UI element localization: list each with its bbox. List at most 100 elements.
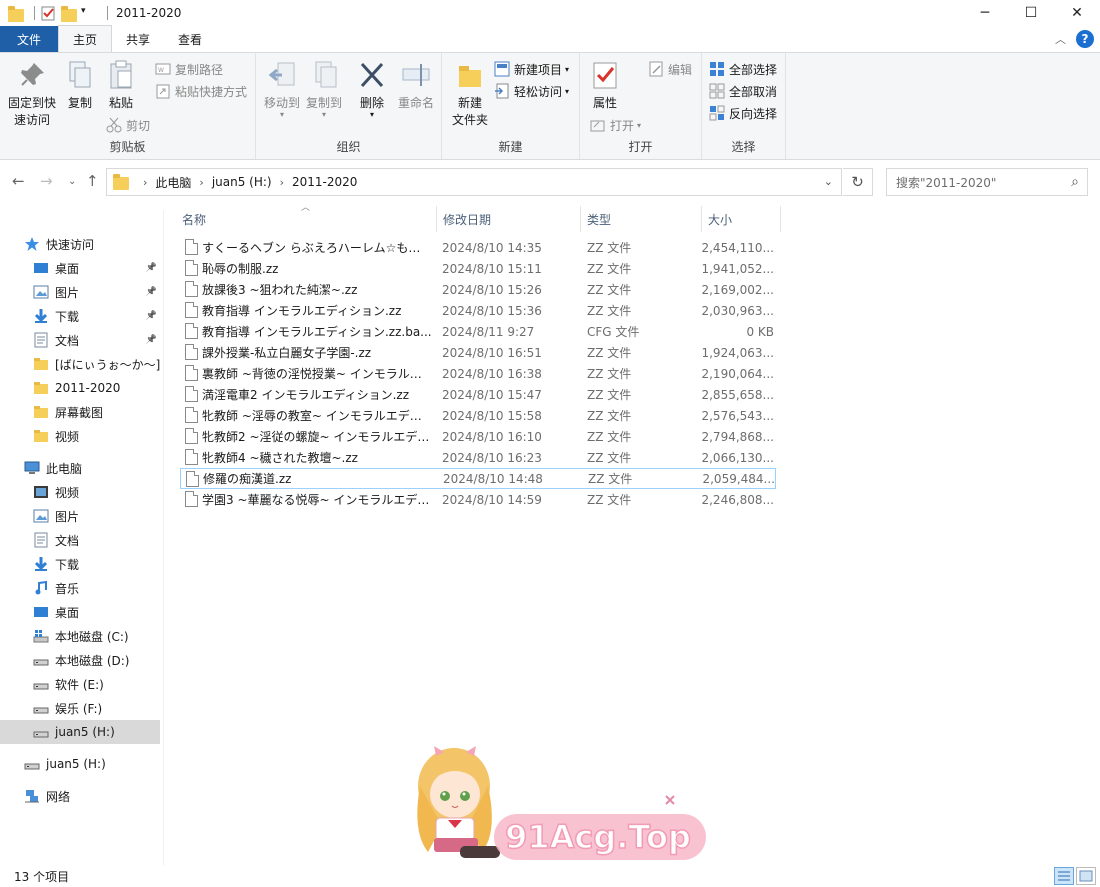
sidebar-item-label: 文档 xyxy=(55,533,80,548)
refresh-button[interactable]: ↻ xyxy=(843,168,873,196)
properties-icon[interactable] xyxy=(41,5,55,21)
scissors-icon xyxy=(106,117,122,133)
sidebar-item[interactable]: 屏幕截图 xyxy=(0,400,160,424)
file-name: すくーるヘブン らぶえろハーレム☆も… xyxy=(202,241,421,255)
breadcrumb-current-folder[interactable]: 2011-2020 xyxy=(292,175,357,189)
address-dropdown-icon[interactable]: ⌄ xyxy=(824,175,833,188)
column-header-date[interactable]: 修改日期 xyxy=(437,206,580,232)
collapse-ribbon-icon[interactable]: ︿ xyxy=(1055,31,1066,47)
file-row[interactable]: 牝教師4 ~穢された教壇~.zz 2024/8/10 16:23 ZZ 文件 2,06… xyxy=(180,447,776,468)
file-size: 2,190,064... xyxy=(701,366,774,381)
details-view-button[interactable] xyxy=(1054,867,1074,885)
back-icon[interactable]: ← xyxy=(12,172,25,190)
tab-file[interactable]: 文件 xyxy=(0,26,58,52)
forward-icon[interactable]: → xyxy=(40,172,53,190)
open-button[interactable]: 打开 ▾ xyxy=(590,115,641,135)
cut-button[interactable]: 剪切 xyxy=(106,115,150,135)
sidebar-item[interactable]: 文档 📌 xyxy=(0,328,160,352)
delete-button[interactable]: 删除 ▾ xyxy=(354,59,390,119)
up-icon[interactable]: ↑ xyxy=(86,172,99,190)
copy-button[interactable]: 复制 xyxy=(62,59,98,112)
sidebar-item[interactable]: 下载 xyxy=(0,552,160,576)
file-row[interactable]: 学園3 ~華麗なる悦辱~ インモラルエデ… 2024/8/10 14:59 ZZ 文… xyxy=(180,489,776,510)
file-row[interactable]: 裏教師 ~背徳の淫悦授業~ インモラル… 2024/8/10 16:38 ZZ 文件… xyxy=(180,363,776,384)
select-all-icon xyxy=(709,61,725,77)
large-icons-view-button[interactable] xyxy=(1076,867,1096,885)
properties-button[interactable]: 属性 xyxy=(586,59,624,112)
file-row[interactable]: 課外授業-私立白麗女子学園-.zz 2024/8/10 16:51 ZZ 文件 1,9… xyxy=(180,342,776,363)
rename-button[interactable]: 重命名 xyxy=(394,59,438,112)
sidebar-item[interactable]: 网络 xyxy=(0,784,160,808)
move-to-button[interactable]: 移动到 ▾ xyxy=(262,59,302,119)
sidebar-item[interactable]: juan5 (H:) xyxy=(0,752,160,776)
tab-home[interactable]: 主页 xyxy=(58,25,113,52)
sidebar-item[interactable]: 视频 xyxy=(0,424,160,448)
breadcrumb-this-pc[interactable]: 此电脑 xyxy=(155,174,191,191)
maximize-button[interactable]: ☐ xyxy=(1008,0,1054,26)
copy-to-button[interactable]: 复制到 ▾ xyxy=(304,59,344,119)
sidebar-item[interactable]: 下载 📌 xyxy=(0,304,160,328)
sidebar-item[interactable]: juan5 (H:) xyxy=(0,720,160,744)
sidebar-item[interactable]: 图片 xyxy=(0,504,160,528)
edit-button[interactable]: 编辑 xyxy=(648,59,692,79)
search-placeholder: 搜索"2011-2020" xyxy=(896,175,997,190)
new-item-button[interactable]: 新建项目 ▾ xyxy=(494,59,569,79)
sidebar-item[interactable]: 文档 xyxy=(0,528,160,552)
folder-icon[interactable] xyxy=(8,5,24,22)
search-input[interactable]: 搜索"2011-2020" ⌕ xyxy=(886,168,1088,196)
select-all-button[interactable]: 全部选择 xyxy=(709,59,777,79)
tab-view[interactable]: 查看 xyxy=(164,26,216,52)
tab-share[interactable]: 共享 xyxy=(112,26,164,52)
file-row[interactable]: 恥辱の制服.zz 2024/8/10 15:11 ZZ 文件 1,941,052... xyxy=(180,258,776,279)
sidebar-item[interactable]: 音乐 xyxy=(0,576,160,600)
easy-access-button[interactable]: 轻松访问 ▾ xyxy=(494,81,569,101)
drive-icon xyxy=(24,756,40,772)
new-folder-button[interactable]: 新建 文件夹 xyxy=(446,59,494,129)
sidebar-item[interactable]: 快速访问 xyxy=(0,232,160,256)
sidebar-item[interactable]: 视频 xyxy=(0,480,160,504)
close-button[interactable]: ✕ xyxy=(1054,0,1100,26)
pin-quick-access-button[interactable]: 固定到快 速访问 xyxy=(6,59,58,129)
column-header-size[interactable]: 大小 xyxy=(702,206,780,232)
file-date: 2024/8/10 15:11 xyxy=(442,261,542,276)
sidebar-item[interactable]: 本地磁盘 (D:) xyxy=(0,648,160,672)
file-row[interactable]: 修羅の痴漢道.zz 2024/8/10 14:48 ZZ 文件 2,059,484..… xyxy=(180,468,776,489)
file-row[interactable]: すくーるヘブン らぶえろハーレム☆も… 2024/8/10 14:35 ZZ 文件 2… xyxy=(180,237,776,258)
sidebar-item[interactable]: 桌面 xyxy=(0,600,160,624)
paste-button[interactable]: 粘贴 xyxy=(103,59,139,112)
file-row[interactable]: 放課後3 ~狙われた純潔~.zz 2024/8/10 15:26 ZZ 文件 2,16… xyxy=(180,279,776,300)
address-bar[interactable]: › 此电脑 › juan5 (H:) › 2011-2020 ⌄ xyxy=(106,168,842,196)
file-row[interactable]: 満淫電車2 インモラルエディション.zz 2024/8/10 15:47 ZZ 文件… xyxy=(180,384,776,405)
sidebar-item[interactable]: 桌面 📌 xyxy=(0,256,160,280)
copy-label: 复制 xyxy=(67,96,92,110)
sidebar-item[interactable]: 此电脑 xyxy=(0,456,160,480)
help-icon[interactable]: ? xyxy=(1076,30,1094,48)
invert-selection-button[interactable]: 反向选择 xyxy=(709,103,777,123)
select-none-button[interactable]: 全部取消 xyxy=(709,81,777,101)
copy-icon xyxy=(64,59,96,91)
sidebar-item[interactable]: 本地磁盘 (C:) xyxy=(0,624,160,648)
file-row[interactable]: 教育指導 インモラルエディション.zz 2024/8/10 15:36 ZZ 文件 2… xyxy=(180,300,776,321)
recent-locations-icon[interactable]: ⌄ xyxy=(68,176,76,187)
column-header-type[interactable]: 类型 xyxy=(581,206,701,232)
column-divider[interactable] xyxy=(780,206,781,232)
customize-dropdown-icon[interactable]: ▾ xyxy=(81,6,95,22)
breadcrumb-drive[interactable]: juan5 (H:) xyxy=(212,175,272,189)
sidebar-item[interactable]: 2011-2020 xyxy=(0,376,160,400)
rename-label: 重命名 xyxy=(397,96,434,110)
copy-path-button[interactable]: W 复制路径 xyxy=(155,59,223,79)
file-row[interactable]: 教育指導 インモラルエディション.zz.ba... 2024/8/11 9:27 C… xyxy=(180,321,776,342)
sidebar-item[interactable]: 软件 (E:) xyxy=(0,672,160,696)
sidebar-item[interactable]: 图片 📌 xyxy=(0,280,160,304)
new-folder-icon[interactable] xyxy=(61,5,77,22)
pin-icon: 📌 xyxy=(145,287,157,297)
file-row[interactable]: 牝教師 ~淫辱の教室~ インモラルエデ… 2024/8/10 15:58 ZZ 文件… xyxy=(180,405,776,426)
minimize-button[interactable]: ─ xyxy=(962,0,1008,26)
sidebar-item[interactable]: 娱乐 (F:) xyxy=(0,696,160,720)
file-name: 放課後3 ~狙われた純潔~.zz xyxy=(202,283,358,297)
file-name: 修羅の痴漢道.zz xyxy=(203,472,292,486)
file-icon xyxy=(185,302,198,318)
sidebar-item[interactable]: [ばにぃうぉ～か～]C xyxy=(0,352,160,376)
paste-shortcut-button[interactable]: 粘贴快捷方式 xyxy=(155,81,247,101)
file-row[interactable]: 牝教師2 ~淫従の螺旋~ インモラルエデ… 2024/8/10 16:10 ZZ 文… xyxy=(180,426,776,447)
